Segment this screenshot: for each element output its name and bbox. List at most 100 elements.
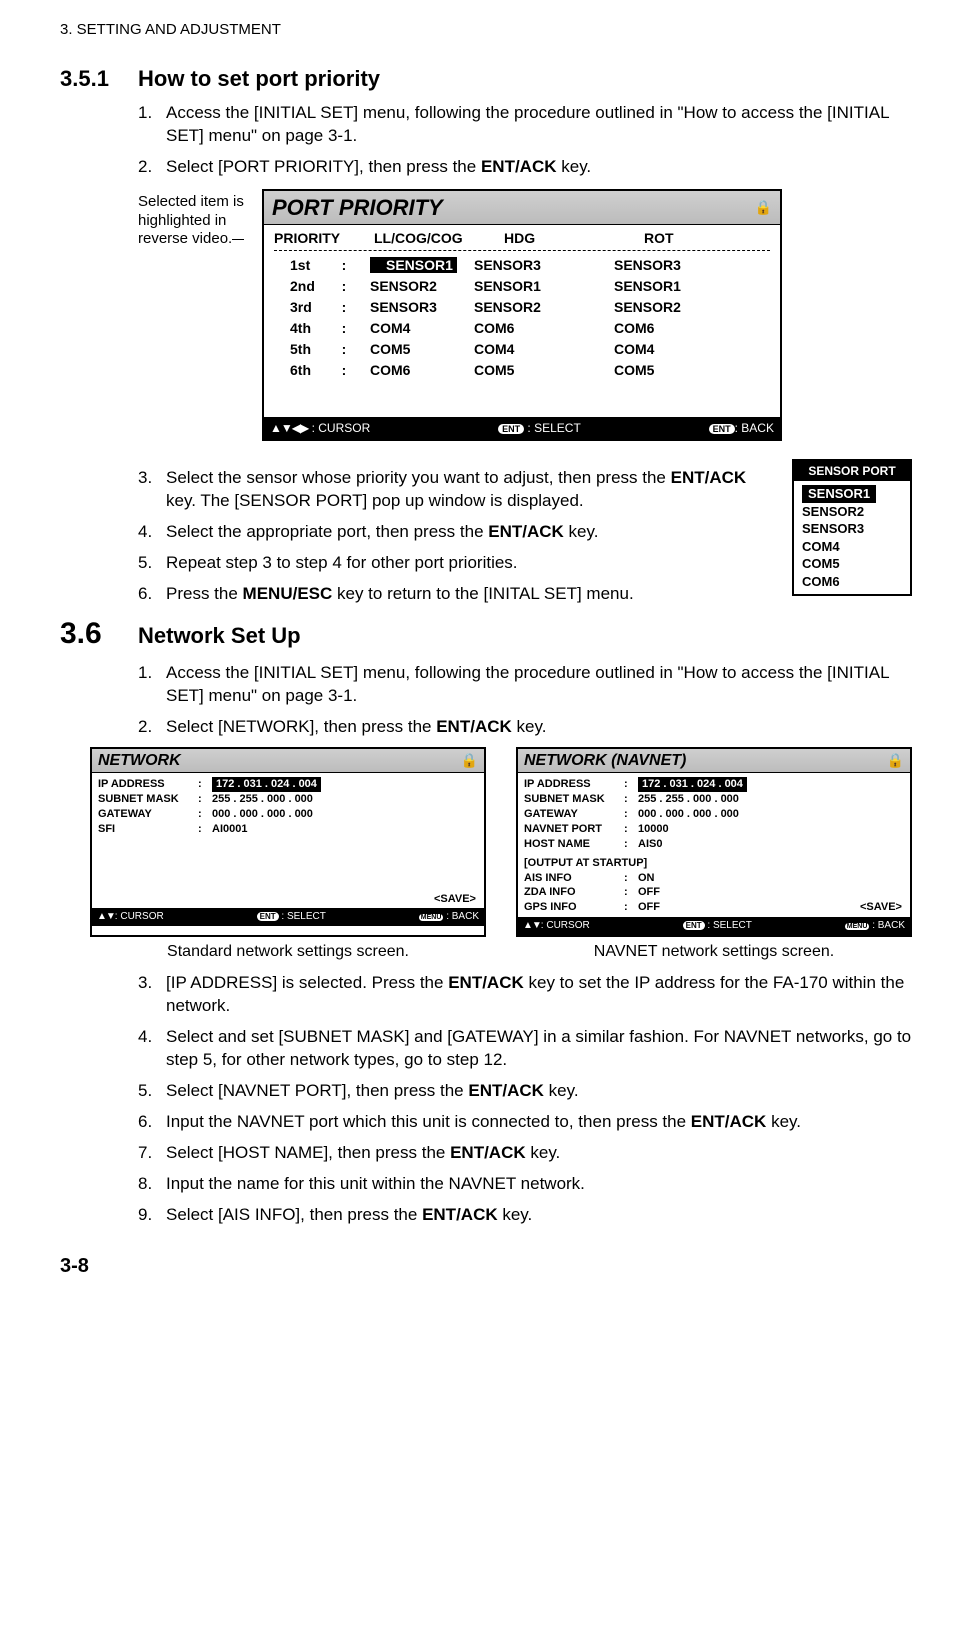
cell-ll: COM4 [354,319,474,338]
field-label: ZDA INFO [524,885,624,900]
steps-36-b: 3. [IP ADDRESS] is selected. Press the E… [138,972,912,1226]
cell-hdg: COM4 [474,340,614,359]
menu-icon: MENU [845,923,870,930]
screen-footer: ▲▼◀▶ : CURSOR ENT : SELECT ENT: BACK [264,417,780,439]
step-text: Select [NAVNET PORT], then press the [166,1081,468,1100]
cell-priority: 2nd [274,277,334,296]
cell-priority: 3rd [274,298,334,317]
arrows-icon: ▲▼◀▶ [270,420,308,436]
step-num: 6. [138,1111,152,1134]
cell-colon: : [334,319,354,338]
screen-titlebar: PORT PRIORITY 🔒 [264,191,780,226]
cell-ll: SENSOR3 [354,298,474,317]
field-value: 000 . 000 . 000 . 000 [212,807,313,822]
cell-hdg: SENSOR3 [474,256,614,275]
field-label: SFI [98,822,198,837]
screen-titlebar: NETWORK (NAVNET) 🔒 [518,749,910,774]
steps-351-b: 3. Select the sensor whose priority you … [138,467,912,606]
figure-port-priority: Selected item is highlighted in reverse … [138,189,912,441]
field-label: NAVNET PORT [524,822,624,837]
step-num: 6. [138,583,152,606]
ent-icon: ENT [257,912,279,921]
field-value: AIS0 [638,837,662,852]
key-name: ENT/ACK [671,468,747,487]
step-text: key. [526,1143,561,1162]
section-num: 3.6 [60,614,138,655]
caption-b: NAVNET network settings screen. [516,941,912,963]
footer-label: : SELECT [707,920,751,931]
figure-annotation: Selected item is highlighted in reverse … [138,193,258,249]
cell-rot: SENSOR3 [614,256,724,275]
key-name: ENT/ACK [436,717,512,736]
save-label: <SAVE> [434,892,476,907]
cell-colon: : [334,340,354,359]
footer-select: ENT : SELECT [498,420,581,436]
cell-ll: COM6 [354,361,474,380]
field-value: 255 . 255 . 000 . 000 [638,792,739,807]
key-name: ENT/ACK [450,1143,526,1162]
footer-cursor: ▲▼◀▶ : CURSOR [270,420,370,436]
field-value: 10000 [638,822,669,837]
network-screen: NETWORK 🔒 IP ADDRESS:172 . 031 . 024 . 0… [90,747,486,937]
step-text: Repeat step 3 to step 4 for other port p… [166,553,518,572]
cell-colon: : [334,256,354,275]
key-name: ENT/ACK [448,973,524,992]
table-header-row: PRIORITY LL/COG/COG HDG ROT [274,229,770,251]
step-text: Press the [166,584,243,603]
step-text: key to return to the [INITAL SET] menu. [332,584,633,603]
cell-colon: : [334,361,354,380]
field-value: ON [638,871,655,886]
table-row: 4th: COM4 COM6 COM6 [274,318,770,339]
field-label: GATEWAY [98,807,198,822]
ent-icon: ENT [683,921,705,930]
footer-select: ENT : SELECT [683,919,752,933]
screen-body: IP ADDRESS:172 . 031 . 024 . 004 SUBNET … [518,773,910,917]
col-hdg: HDG [504,229,644,248]
cell-ll: SENSOR2 [354,277,474,296]
step-num: 8. [138,1173,152,1196]
step-text: Input the name for this unit within the … [166,1174,585,1193]
step-text: Access the [INITIAL SET] menu, following… [166,663,889,705]
cell-rot: COM6 [614,319,724,338]
screen-body: PRIORITY LL/COG/COG HDG ROT 1st: SENSOR1… [264,225,780,416]
screen-titlebar: NETWORK 🔒 [92,749,484,774]
arrows-icon: ▲▼ [523,919,541,933]
screen-footer: ▲▼: CURSOR ENT : SELECT MENU : BACK [518,917,910,935]
port-priority-screen: PORT PRIORITY 🔒 PRIORITY LL/COG/COG HDG … [262,189,782,441]
field-value-selected: 172 . 031 . 024 . 004 [212,777,321,792]
step-num: 9. [138,1204,152,1227]
footer-label: : BACK [872,920,905,931]
cell-hdg: COM5 [474,361,614,380]
section-3-5-1-heading: 3.5.1 How to set port priority [60,64,912,94]
field-label: AIS INFO [524,871,624,886]
footer-label: : CURSOR [541,920,590,931]
cell-hdg: COM6 [474,319,614,338]
pointer-line [232,239,244,240]
cell-hdg: SENSOR2 [474,298,614,317]
step-text: Select [NETWORK], then press the [166,717,436,736]
step-num: 5. [138,1080,152,1103]
footer-back: MENU : BACK [419,910,479,924]
footer-label: : SELECT [281,911,325,922]
section-sub: [OUTPUT AT STARTUP] [524,856,647,871]
field-label: IP ADDRESS [524,777,624,792]
cell-hdg: SENSOR1 [474,277,614,296]
step-text: key. [498,1205,533,1224]
page-number: 3-8 [60,1253,912,1280]
screen-footer: ▲▼: CURSOR ENT : SELECT MENU : BACK [92,908,484,926]
ent-icon: ENT [498,424,524,434]
step-text: Select and set [SUBNET MASK] and [GATEWA… [166,1027,911,1069]
footer-label: : CURSOR [312,421,371,435]
screen-title: NETWORK [98,750,181,772]
cell-rot: SENSOR1 [614,277,724,296]
lock-icon: 🔒 [887,751,904,770]
field-value: 255 . 255 . 000 . 000 [212,792,313,807]
cell-priority: 4th [274,319,334,338]
field-label: HOST NAME [524,837,624,852]
field-value: AI0001 [212,822,247,837]
footer-back: MENU : BACK [845,919,905,933]
caption-a: Standard network settings screen. [90,941,486,963]
step-text: Select the appropriate port, then press … [166,522,488,541]
footer-cursor: ▲▼: CURSOR [523,919,590,933]
save-label: <SAVE> [860,900,902,915]
